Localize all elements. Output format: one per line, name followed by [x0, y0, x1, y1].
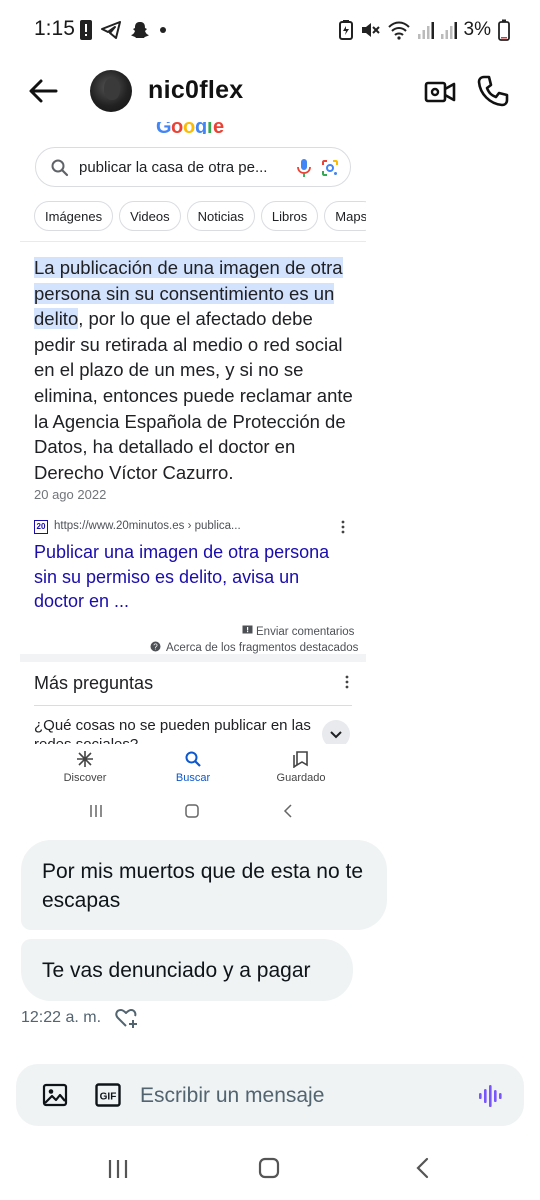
google-lens-icon	[322, 160, 338, 176]
feedback-icon	[242, 625, 253, 634]
back-icon	[283, 804, 292, 818]
avatar[interactable]	[90, 70, 132, 112]
chip-books: Libros	[260, 201, 319, 231]
about-snippets-label: Acerca de los fragmentos destacados	[166, 642, 359, 654]
site-favicon-icon: 20	[34, 520, 48, 534]
nav-discover: Discover	[40, 750, 130, 784]
chat-header: nic0flex	[0, 62, 540, 122]
battery-saver-icon	[338, 20, 353, 40]
search-query: publicar la casa de otra pe...	[79, 159, 268, 176]
message-composer: GIF	[16, 1064, 524, 1126]
google-search-bar: publicar la casa de otra pe...	[35, 147, 351, 187]
bookmarks-icon	[293, 751, 308, 768]
back-button-icon[interactable]	[416, 1157, 429, 1179]
chat-username[interactable]: nic0flex	[148, 76, 244, 105]
google-logo-fragment: G o o g l e	[156, 122, 225, 134]
voice-message-icon[interactable]	[476, 1082, 504, 1110]
message-text: Por mis muertos que de esta no te escapa…	[42, 860, 363, 912]
battery-percent: 3%	[463, 19, 491, 40]
nav-saved: Guardado	[256, 750, 346, 784]
home-icon	[185, 804, 199, 818]
help-icon: ?	[150, 641, 161, 652]
nav-search-label: Buscar	[175, 772, 211, 784]
image-icon[interactable]	[42, 1082, 68, 1108]
divider	[20, 241, 366, 242]
status-notification-icons	[80, 17, 167, 43]
message-text: Te vas denunciado y a pagar	[42, 959, 311, 982]
phone-call-icon[interactable]	[476, 74, 510, 108]
embedded-system-nav	[90, 804, 292, 818]
result-title-link: Publicar una imagen de otra persona sin …	[34, 542, 330, 611]
section-separator	[20, 654, 366, 662]
google-bottom-nav: Discover Buscar Guardado	[20, 744, 366, 796]
source-line: 20 https://www.20minutos.es › publica...	[34, 519, 356, 535]
chip-videos: Videos	[119, 201, 181, 231]
about-snippets-row: ? Acerca de los fragmentos destacados	[150, 641, 358, 654]
divider	[34, 705, 352, 706]
nav-discover-label: Discover	[63, 772, 107, 784]
status-bar: 1:15 3%	[0, 0, 540, 60]
message-bubble[interactable]: Por mis muertos que de esta no te escapa…	[21, 840, 387, 930]
answer-continuation: , por lo que el afectado debe pedir su r…	[34, 308, 353, 483]
svg-text:?: ?	[153, 643, 158, 652]
source-url: https://www.20minutos.es › publica...	[54, 520, 241, 532]
featured-snippet-text: La publicación de una imagen de otra per…	[34, 255, 356, 485]
alert-icon	[80, 20, 92, 40]
chip-news: Noticias	[186, 201, 255, 231]
message-timestamp: 12:22 a. m.	[21, 1009, 102, 1026]
snapchat-icon	[131, 22, 149, 38]
search-icon	[185, 751, 201, 767]
home-button-icon[interactable]	[258, 1157, 280, 1179]
status-system-icons: 3%	[338, 17, 510, 43]
snippet-date: 20 ago 2022	[34, 487, 107, 502]
video-call-icon[interactable]	[424, 76, 456, 108]
message-input[interactable]	[140, 1082, 460, 1110]
signal-icon-2	[440, 22, 457, 39]
nav-search: Buscar	[148, 750, 238, 784]
wifi-icon	[387, 21, 410, 40]
microphone-icon	[297, 159, 311, 177]
chip-images: Imágenes	[34, 201, 114, 231]
shared-screenshot-image[interactable]: G o o g l e publicar la casa de otra pe.…	[20, 122, 366, 827]
add-reaction-heart-icon[interactable]	[114, 1006, 138, 1030]
chip-maps: Maps	[324, 201, 366, 231]
related-question: ¿Qué cosas no se pueden publicar en las …	[34, 717, 311, 744]
gif-icon[interactable]: GIF	[95, 1083, 121, 1107]
system-navigation-bar	[108, 1157, 429, 1179]
dot-icon	[160, 27, 166, 33]
svg-text:GIF: GIF	[100, 1092, 117, 1103]
search-icon	[51, 159, 69, 177]
battery-icon	[498, 19, 510, 41]
more-vert-icon	[341, 520, 345, 534]
message-bubble[interactable]: Te vas denunciado y a pagar	[21, 939, 353, 1001]
recents-icon	[90, 805, 102, 817]
mute-icon	[361, 23, 380, 37]
signal-icon-1	[417, 22, 434, 39]
more-vert-icon	[345, 675, 349, 689]
telegram-icon	[101, 21, 121, 39]
more-questions-title: Más preguntas	[34, 673, 154, 693]
feedback-row: Enviar comentarios	[242, 625, 354, 638]
status-time: 1:15	[34, 17, 75, 40]
asterisk-icon	[77, 751, 93, 767]
search-filter-chips: Imágenes Videos Noticias Libros Maps	[34, 201, 366, 231]
back-arrow-icon[interactable]	[26, 74, 60, 108]
recents-button-icon[interactable]	[108, 1160, 128, 1178]
nav-saved-label: Guardado	[276, 772, 326, 784]
feedback-label: Enviar comentarios	[256, 626, 355, 638]
